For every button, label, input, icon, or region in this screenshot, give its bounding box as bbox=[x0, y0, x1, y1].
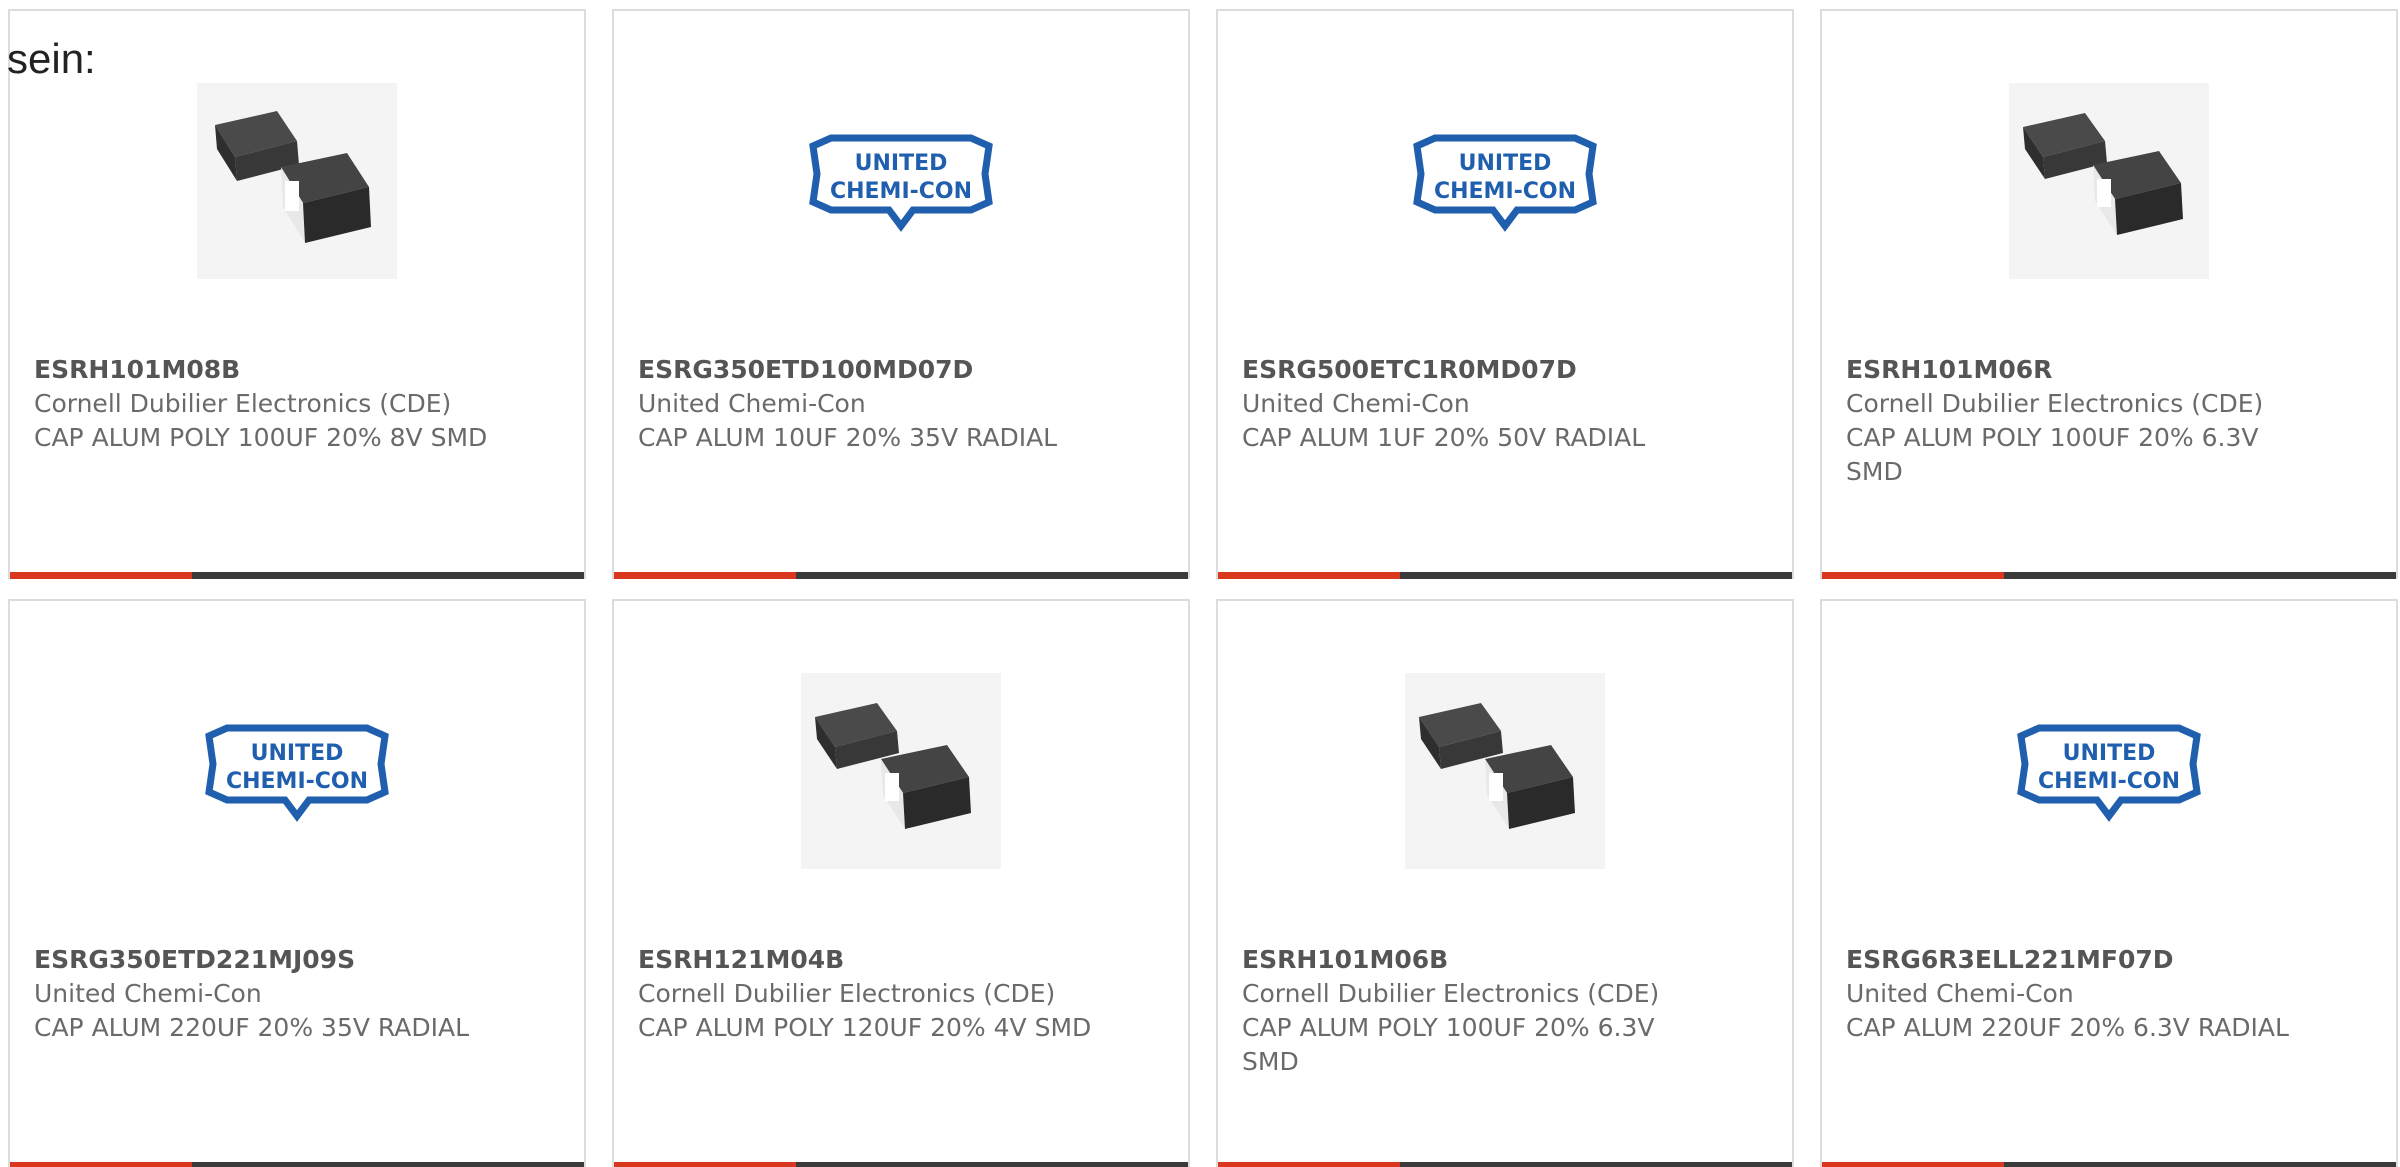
part-number-link[interactable]: ESRH101M06R bbox=[1846, 353, 2306, 387]
card-bottom-bar bbox=[1822, 572, 2396, 579]
manufacturer: Cornell Dubilier Electronics (CDE) bbox=[638, 979, 1056, 1008]
card-bottom-bar bbox=[10, 572, 584, 579]
part-number-link[interactable]: ESRH121M04B bbox=[638, 943, 1098, 977]
product-info: ESRH101M06R Cornell Dubilier Electronics… bbox=[1846, 353, 2306, 489]
manufacturer: Cornell Dubilier Electronics (CDE) bbox=[1846, 389, 2264, 418]
product-image[interactable]: UNITED CHEMI-CON bbox=[2009, 673, 2209, 869]
svg-text:UNITED: UNITED bbox=[1459, 151, 1552, 176]
product-image[interactable]: UNITED CHEMI-CON bbox=[1405, 83, 1605, 279]
product-info: ESRG500ETC1R0MD07D United Chemi-Con CAP … bbox=[1242, 353, 1702, 455]
product-card[interactable]: ESRH101M06B Cornell Dubilier Electronics… bbox=[1216, 599, 1794, 1167]
svg-text:CHEMI-CON: CHEMI-CON bbox=[1434, 179, 1576, 204]
part-number-link[interactable]: ESRG350ETD100MD07D bbox=[638, 353, 1098, 387]
product-page: sein: ESRH101M08B Cornell Dubilier Elect… bbox=[0, 0, 2400, 1167]
product-card[interactable]: UNITED CHEMI-CON ESRG6R3ELL221MF07D Unit… bbox=[1820, 599, 2398, 1167]
description: CAP ALUM POLY 120UF 20% 4V SMD bbox=[638, 1013, 1092, 1042]
part-number-link[interactable]: ESRG500ETC1R0MD07D bbox=[1242, 353, 1702, 387]
part-number-link[interactable]: ESRG350ETD221MJ09S bbox=[34, 943, 494, 977]
description: CAP ALUM POLY 100UF 20% 6.3V SMD bbox=[1242, 1013, 1655, 1076]
card-bottom-bar bbox=[614, 1162, 1188, 1167]
intro-text: sein: bbox=[7, 35, 96, 82]
part-number-link[interactable]: ESRH101M08B bbox=[34, 353, 494, 387]
product-card[interactable]: ESRH121M04B Cornell Dubilier Electronics… bbox=[612, 599, 1190, 1167]
product-info: ESRH101M06B Cornell Dubilier Electronics… bbox=[1242, 943, 1702, 1079]
description: CAP ALUM 10UF 20% 35V RADIAL bbox=[638, 423, 1058, 452]
manufacturer: Cornell Dubilier Electronics (CDE) bbox=[1242, 979, 1660, 1008]
svg-text:UNITED: UNITED bbox=[855, 151, 948, 176]
product-card[interactable]: UNITED CHEMI-CON ESRG350ETD221MJ09S Unit… bbox=[8, 599, 586, 1167]
description: CAP ALUM POLY 100UF 20% 6.3V SMD bbox=[1846, 423, 2259, 486]
manufacturer: United Chemi-Con bbox=[1242, 389, 1470, 418]
smd-capacitor-photo-icon bbox=[801, 673, 1001, 869]
svg-text:CHEMI-CON: CHEMI-CON bbox=[2038, 769, 2180, 794]
smd-capacitor-photo-icon bbox=[197, 83, 397, 279]
card-bottom-bar bbox=[10, 1162, 584, 1167]
manufacturer: United Chemi-Con bbox=[1846, 979, 2074, 1008]
manufacturer: United Chemi-Con bbox=[638, 389, 866, 418]
product-info: ESRH121M04B Cornell Dubilier Electronics… bbox=[638, 943, 1098, 1045]
united-chemi-con-logo-icon: UNITED CHEMI-CON bbox=[1413, 134, 1597, 232]
product-info: ESRG350ETD100MD07D United Chemi-Con CAP … bbox=[638, 353, 1098, 455]
card-bottom-bar bbox=[1822, 1162, 2396, 1167]
description: CAP ALUM 220UF 20% 6.3V RADIAL bbox=[1846, 1013, 2289, 1042]
product-card[interactable]: ESRH101M08B Cornell Dubilier Electronics… bbox=[8, 9, 586, 579]
product-image[interactable] bbox=[1405, 673, 1605, 869]
card-accent-bar bbox=[1218, 572, 1400, 579]
card-accent-bar bbox=[1822, 572, 2004, 579]
product-image[interactable] bbox=[801, 673, 1001, 869]
card-bottom-bar bbox=[1218, 1162, 1792, 1167]
product-image[interactable]: UNITED CHEMI-CON bbox=[197, 673, 397, 869]
product-card[interactable]: UNITED CHEMI-CON ESRG350ETD100MD07D Unit… bbox=[612, 9, 1190, 579]
card-accent-bar bbox=[1822, 1162, 2004, 1167]
smd-capacitor-photo-icon bbox=[1405, 673, 1605, 869]
product-image[interactable]: UNITED CHEMI-CON bbox=[801, 83, 1001, 279]
card-accent-bar bbox=[614, 1162, 796, 1167]
united-chemi-con-logo-icon: UNITED CHEMI-CON bbox=[205, 724, 389, 822]
united-chemi-con-logo-icon: UNITED CHEMI-CON bbox=[809, 134, 993, 232]
card-bottom-bar bbox=[1218, 572, 1792, 579]
product-grid: ESRH101M08B Cornell Dubilier Electronics… bbox=[8, 9, 2400, 1167]
product-card[interactable]: ESRH101M06R Cornell Dubilier Electronics… bbox=[1820, 9, 2398, 579]
part-number-link[interactable]: ESRG6R3ELL221MF07D bbox=[1846, 943, 2306, 977]
svg-text:CHEMI-CON: CHEMI-CON bbox=[226, 769, 368, 794]
card-accent-bar bbox=[10, 1162, 192, 1167]
svg-text:UNITED: UNITED bbox=[2063, 741, 2156, 766]
product-info: ESRG350ETD221MJ09S United Chemi-Con CAP … bbox=[34, 943, 494, 1045]
card-accent-bar bbox=[10, 572, 192, 579]
united-chemi-con-logo-icon: UNITED CHEMI-CON bbox=[2017, 724, 2201, 822]
product-image[interactable] bbox=[2009, 83, 2209, 279]
svg-text:UNITED: UNITED bbox=[251, 741, 344, 766]
svg-text:CHEMI-CON: CHEMI-CON bbox=[830, 179, 972, 204]
description: CAP ALUM 220UF 20% 35V RADIAL bbox=[34, 1013, 470, 1042]
product-image[interactable] bbox=[197, 83, 397, 279]
smd-capacitor-photo-icon bbox=[2009, 83, 2209, 279]
card-bottom-bar bbox=[614, 572, 1188, 579]
product-info: ESRG6R3ELL221MF07D United Chemi-Con CAP … bbox=[1846, 943, 2306, 1045]
card-accent-bar bbox=[1218, 1162, 1400, 1167]
description: CAP ALUM POLY 100UF 20% 8V SMD bbox=[34, 423, 488, 452]
manufacturer: United Chemi-Con bbox=[34, 979, 262, 1008]
card-accent-bar bbox=[614, 572, 796, 579]
product-info: ESRH101M08B Cornell Dubilier Electronics… bbox=[34, 353, 494, 455]
product-card[interactable]: UNITED CHEMI-CON ESRG500ETC1R0MD07D Unit… bbox=[1216, 9, 1794, 579]
manufacturer: Cornell Dubilier Electronics (CDE) bbox=[34, 389, 452, 418]
part-number-link[interactable]: ESRH101M06B bbox=[1242, 943, 1702, 977]
description: CAP ALUM 1UF 20% 50V RADIAL bbox=[1242, 423, 1646, 452]
